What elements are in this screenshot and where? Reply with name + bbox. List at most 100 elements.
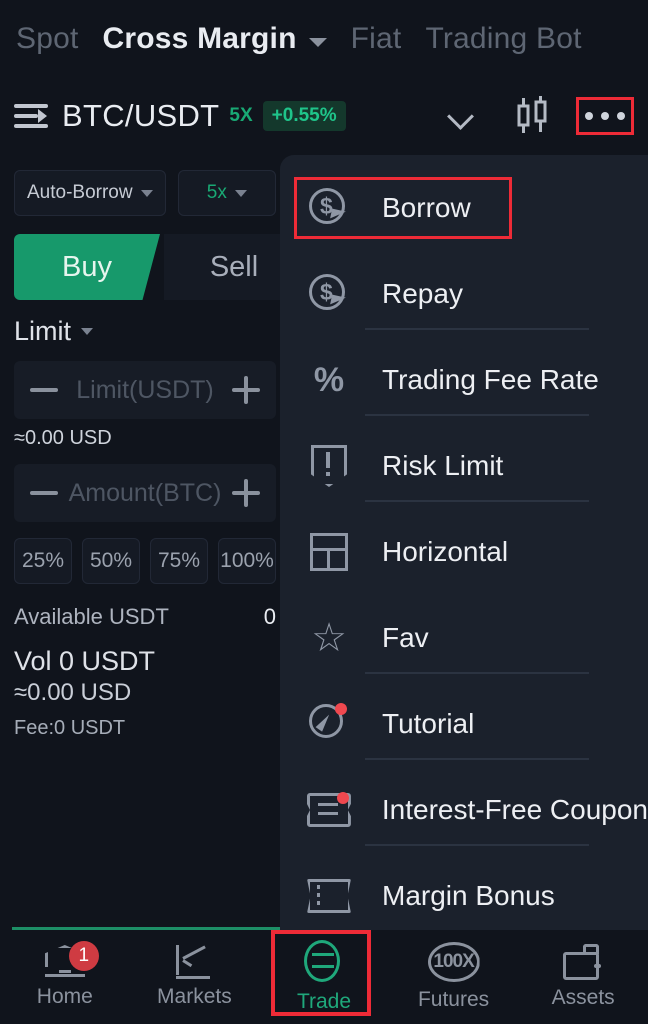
chevron-down-icon [81,328,94,335]
percent-icon: % [313,361,345,399]
menu-item-label: Tutorial [382,708,475,739]
price-approx-value: ≈0.00 USD [14,427,112,449]
percent-50-button[interactable]: 50% [82,538,140,584]
menu-item-tutorial[interactable]: Tutorial [280,693,648,755]
menu-item-label: Borrow [382,192,471,223]
chevron-down-icon [234,189,247,197]
menu-item-horizontal[interactable]: Horizontal [280,521,648,583]
pair-symbol[interactable]: BTC/USDT [62,98,219,134]
amount-input-field[interactable]: Amount(BTC) [14,464,276,522]
menu-separator [365,500,589,502]
auto-borrow-select[interactable]: Auto-Borrow [14,170,166,216]
buy-sell-toggle: Buy Sell [14,234,304,300]
menu-separator [365,844,589,846]
menu-separator [365,414,589,416]
nav-label: Home [36,985,93,1008]
candlestick-icon[interactable] [510,94,554,138]
leverage-value: 5x [206,182,227,203]
coupon-icon [302,792,356,827]
available-label: Available USDT [14,604,169,629]
dollar-bubble-icon: $ [302,274,356,314]
nav-label: Futures [417,988,490,1011]
borrow-leverage-row: Auto-Borrow 5x [0,154,290,216]
plus-icon[interactable] [232,479,260,507]
tab-trading-bot[interactable]: Trading Bot [425,22,581,56]
order-type-label: Limit [14,316,72,346]
shield-alert-icon [302,445,356,487]
order-type-select[interactable]: Limit [14,316,276,347]
menu-separator [365,672,589,674]
trade-icon [302,940,346,984]
chevron-down-icon [140,189,153,197]
top-tab-bar: Spot Cross Margin Fiat Trading Bot [0,0,648,78]
futures-icon: 100X [427,942,480,982]
tab-spot[interactable]: Spot [16,22,79,56]
nav-label: Markets [157,985,232,1008]
percent-button-row: 25% 50% 75% 100% [14,538,276,584]
menu-item-label: Risk Limit [382,450,504,481]
pair-leverage-badge: 5X [229,105,253,126]
menu-item-interest-free-coupon[interactable]: Interest-Free Coupon [280,779,648,841]
home-icon: 1 [44,941,99,979]
volume-summary: Vol 0 USDT ≈0.00 USD Fee:0 USDT [14,646,276,740]
nav-item-futures[interactable]: 100X Futures [389,942,519,1012]
available-balance-row: Available USDT 0 [14,604,276,630]
nav-item-markets[interactable]: Markets [130,945,260,1009]
minus-icon[interactable] [30,388,58,392]
percent-75-button[interactable]: 75% [150,538,208,584]
menu-item-repay[interactable]: $ Repay [280,263,648,325]
app-screen: Spot Cross Margin Fiat Trading Bot BTC/U… [0,0,648,1024]
chevron-down-icon[interactable] [308,37,327,47]
nav-item-assets[interactable]: Assets [518,944,648,1010]
menu-item-risk-limit[interactable]: Risk Limit [280,435,648,497]
auto-borrow-label: Auto-Borrow [27,182,133,203]
nav-label: Assets [551,986,615,1009]
assets-icon [563,944,603,980]
layout-icon [302,533,356,571]
leverage-select[interactable]: 5x [177,170,276,216]
tab-cross-margin[interactable]: Cross Margin [103,22,297,56]
bottom-navigation-bar: 1 Home Markets Trade 100X Futures Assets [0,930,648,1024]
menu-item-label: Fav [382,622,429,653]
more-options-menu: $ Borrow $ Repay % Trading Fee Rate Risk… [280,155,648,930]
menu-item-label: Horizontal [382,536,509,567]
percent-25-button[interactable]: 25% [14,538,72,584]
plus-icon[interactable] [232,376,260,404]
menu-item-label: Trading Fee Rate [382,364,599,395]
dollar-bubble-icon: $ [302,188,356,228]
tab-fiat[interactable]: Fiat [351,22,402,56]
menu-item-borrow[interactable]: $ Borrow [280,177,648,239]
pair-header-row: BTC/USDT 5X +0.55% [0,78,648,154]
home-badge: 1 [68,941,99,971]
notification-dot [335,703,347,715]
menu-item-fav[interactable]: ☆ Fav [280,607,648,669]
margin-bonus-icon [302,879,356,913]
nav-item-home[interactable]: 1 Home [0,941,130,1009]
price-input-field[interactable]: Limit(USDT) [14,361,276,419]
menu-item-trading-fee-rate[interactable]: % Trading Fee Rate [280,349,648,411]
minus-icon[interactable] [30,491,58,495]
vol-approx: ≈0.00 USD [14,679,132,706]
star-icon: ☆ [311,616,347,660]
fee-line: Fee:0 USDT [14,717,126,739]
available-value: 0 [263,604,276,629]
nav-label: Trade [296,990,352,1013]
amount-placeholder: Amount(BTC) [68,478,222,507]
buy-tab[interactable]: Buy [14,234,160,300]
list-arrow-icon[interactable] [14,102,48,130]
vol-line: Vol 0 USDT [14,646,156,676]
menu-separator [365,328,589,330]
price-placeholder: Limit(USDT) [76,375,214,404]
menu-separator [365,758,589,760]
trade-form-panel: Auto-Borrow 5x Buy Sell Limit Limit(USDT… [0,154,304,930]
pair-expand-chevron-icon[interactable] [448,103,474,129]
nav-item-trade[interactable]: Trade [259,940,389,1014]
percent-100-button[interactable]: 100% [218,538,276,584]
compass-icon [302,703,356,744]
menu-item-label: Margin Bonus [382,880,555,911]
more-dots-icon[interactable] [576,97,634,135]
menu-item-label: Interest-Free Coupon [381,794,648,825]
menu-item-margin-bonus[interactable]: Margin Bonus [280,865,648,927]
notification-dot [336,792,349,804]
pair-change-badge: +0.55% [262,101,346,131]
